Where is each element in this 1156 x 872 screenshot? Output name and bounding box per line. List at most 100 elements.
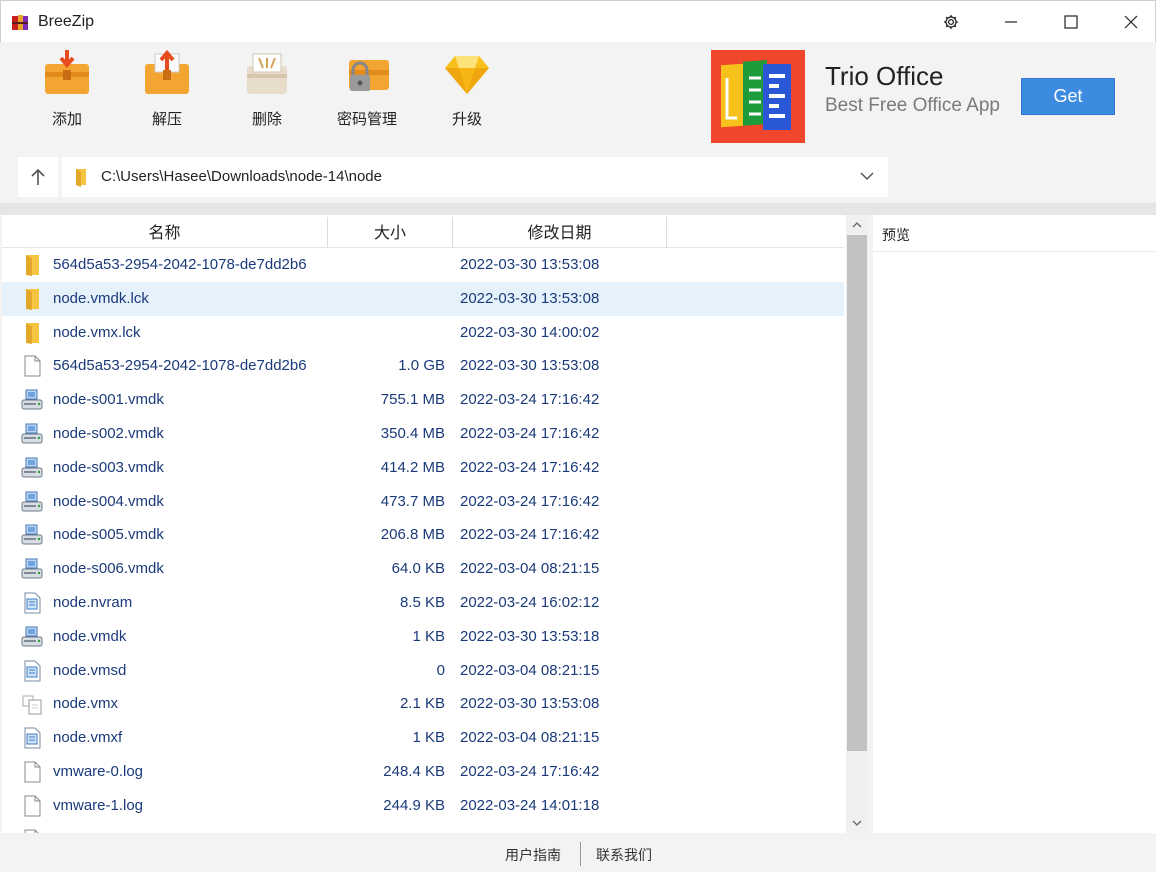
vm-icon — [20, 727, 44, 749]
minimize-button[interactable] — [981, 1, 1041, 43]
scrollbar-thumb[interactable] — [847, 235, 867, 751]
column-header-size[interactable]: 大小 — [328, 215, 452, 247]
file-size: 64.0 KB — [391, 560, 445, 578]
file-row[interactable]: node-s004.vmdk 473.7 MB 2022-03-24 17:16:4… — [2, 485, 844, 519]
add-button[interactable]: 添加 — [27, 48, 107, 132]
folder-icon — [20, 322, 44, 344]
file-name: vmware-1.log — [53, 796, 144, 814]
file-size: 206.8 MB — [380, 526, 445, 544]
disk-icon — [20, 558, 44, 580]
file-row[interactable]: vmware-2.log — [2, 823, 844, 833]
chevron-down-icon[interactable] — [860, 171, 874, 181]
folder-icon — [76, 169, 86, 187]
column-header-modified[interactable]: 修改日期 — [453, 215, 666, 247]
file-size: 1 KB — [412, 627, 445, 645]
file-row[interactable]: node.vmdk 1 KB 2022-03-30 13:53:18 — [2, 620, 844, 654]
file-date: 2022-03-24 17:16:42 — [460, 492, 600, 510]
file-name: node.nvram — [53, 593, 133, 611]
column-separator[interactable] — [666, 217, 667, 247]
scroll-down-icon[interactable] — [852, 820, 862, 827]
file-icon — [20, 795, 44, 817]
file-rows: 564d5a53-2954-2042-1078-de7dd2b6 2022-03-… — [2, 248, 844, 833]
column-header-name[interactable]: 名称 — [2, 215, 327, 247]
address-path: C:\Users\Hasee\Downloads\node-14\node — [101, 168, 382, 185]
file-row[interactable]: node-s001.vmdk 755.1 MB 2022-03-24 17:16:4… — [2, 383, 844, 417]
file-date: 2022-03-30 13:53:08 — [460, 695, 600, 713]
file-row[interactable]: node-s003.vmdk 414.2 MB 2022-03-24 17:16:4… — [2, 451, 844, 485]
file-row[interactable]: 564d5a53-2954-2042-1078-de7dd2b6 1.0 GB 20… — [2, 349, 844, 383]
scroll-up-icon[interactable] — [852, 221, 862, 228]
file-date: 2022-03-24 17:16:42 — [460, 526, 600, 544]
file-size: 248.4 KB — [383, 762, 445, 780]
file-row[interactable]: node-s005.vmdk 206.8 MB 2022-03-24 17:16:4… — [2, 518, 844, 552]
get-button[interactable]: Get — [1021, 78, 1115, 115]
file-size: 2.1 KB — [399, 695, 445, 713]
file-row[interactable]: node.nvram 8.5 KB 2022-03-24 16:02:12 — [2, 586, 844, 620]
file-date: 2022-03-24 17:16:42 — [460, 391, 600, 409]
trio-office-logo[interactable] — [711, 50, 805, 143]
file-name: node.vmxf — [53, 729, 123, 747]
file-date: 2022-03-24 14:01:18 — [460, 796, 600, 814]
extract-label: 解压 — [151, 110, 182, 128]
folder-icon — [20, 254, 44, 276]
file-row[interactable]: 564d5a53-2954-2042-1078-de7dd2b6 2022-03-… — [2, 248, 844, 282]
file-name: node-s004.vmdk — [53, 492, 164, 510]
file-name: node-s003.vmdk — [53, 458, 164, 476]
file-name: node.vmsd — [53, 661, 127, 679]
settings-button[interactable] — [921, 1, 981, 43]
vm-icon — [20, 592, 44, 614]
app-title: BreeZip — [38, 13, 95, 30]
file-row[interactable]: node.vmdk.lck 2022-03-30 13:53:08 — [2, 281, 844, 316]
minimize-icon — [1005, 21, 1017, 23]
file-name: vmware-2.log — [53, 831, 321, 833]
footer-separator — [580, 842, 581, 866]
disk-icon — [20, 626, 44, 648]
maximize-button[interactable] — [1041, 1, 1101, 43]
file-date: 2022-03-30 13:53:08 — [460, 256, 600, 273]
file-row[interactable]: vmware-1.log 244.9 KB 2022-03-24 14:01:18 — [2, 789, 844, 823]
file-row[interactable]: node-s002.vmdk 350.4 MB 2022-03-24 17:16:4… — [2, 417, 844, 451]
file-size: 473.7 MB — [380, 492, 445, 510]
file-date: 2022-03-04 08:21:15 — [460, 560, 600, 578]
file-size: 1.0 GB — [398, 357, 445, 375]
address-bar[interactable]: C:\Users\Hasee\Downloads\node-14\node — [62, 157, 888, 197]
user-guide-link[interactable]: 用户指南 — [505, 845, 561, 865]
vm-icon — [20, 660, 44, 682]
file-date: 2022-03-24 17:16:42 — [460, 762, 600, 780]
delete-button[interactable]: 删除 — [227, 48, 307, 132]
close-button[interactable] — [1101, 1, 1156, 43]
divider-band — [0, 203, 1156, 215]
vertical-scrollbar[interactable] — [846, 215, 868, 833]
preview-title: 预览 — [882, 228, 910, 244]
file-row[interactable]: node-s006.vmdk 64.0 KB 2022-03-04 08:21:15 — [2, 552, 844, 586]
delete-label: 删除 — [251, 110, 282, 128]
file-date: 2022-03-30 13:53:08 — [460, 289, 600, 307]
file-size: 1 KB — [412, 729, 445, 747]
file-date: 2022-03-24 16:02:12 — [460, 593, 600, 611]
file-name: node-s005.vmdk — [53, 526, 164, 544]
file-name: 564d5a53-2954-2042-1078-de7dd2b6 — [53, 256, 307, 273]
file-row[interactable]: node.vmxf 1 KB 2022-03-04 08:21:15 — [2, 721, 844, 755]
password-manager-button[interactable]: 密码管理 — [327, 48, 407, 132]
file-row[interactable]: node.vmx 2.1 KB 2022-03-30 13:53:08 — [2, 687, 844, 721]
password-manager-icon — [349, 60, 389, 91]
ad-title: Trio Office — [825, 61, 944, 91]
file-name: node-s006.vmdk — [53, 560, 164, 578]
file-row[interactable]: node.vmsd 0 2022-03-04 08:21:15 — [2, 654, 844, 688]
file-size: 244.9 KB — [383, 796, 445, 814]
file-name: node.vmx.lck — [53, 323, 141, 341]
disk-icon — [20, 524, 44, 546]
upgrade-diamond-icon — [445, 56, 489, 94]
footer: 用户指南 联系我们 — [0, 835, 1156, 872]
folder-icon — [20, 288, 44, 310]
contact-us-link[interactable]: 联系我们 — [596, 845, 652, 865]
upgrade-button[interactable]: 升级 — [427, 48, 507, 132]
up-directory-button[interactable] — [18, 157, 58, 197]
file-row[interactable]: node.vmx.lck 2022-03-30 14:00:02 — [2, 316, 844, 350]
file-date: 2022-03-04 08:21:15 — [460, 661, 600, 679]
file-size: 8.5 KB — [399, 593, 445, 611]
extract-archive-icon — [145, 49, 189, 94]
file-row[interactable]: vmware-0.log 248.4 KB 2022-03-24 17:16:42 — [2, 755, 844, 789]
file-date: 2022-03-30 13:53:08 — [460, 357, 600, 375]
extract-button[interactable]: 解压 — [127, 48, 207, 132]
